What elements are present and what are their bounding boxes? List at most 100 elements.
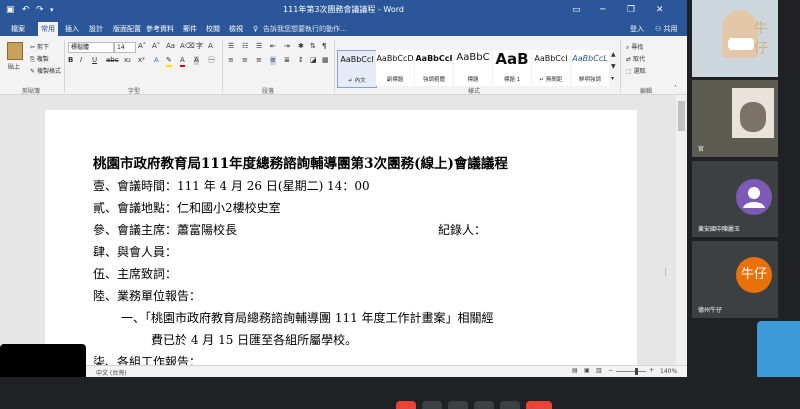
phonetic-icon[interactable]: 字 xyxy=(196,42,203,51)
present-button[interactable] xyxy=(474,401,494,409)
doc-line[interactable]: 伍、主席致詞： xyxy=(93,265,177,282)
tab-design[interactable]: 設計 xyxy=(86,22,106,36)
copy-button[interactable]: ⎘ 複製 xyxy=(30,54,49,64)
web-layout-icon[interactable]: ▥ xyxy=(596,367,602,374)
participant-tile[interactable]: 東安國中陳麗玉 xyxy=(692,161,778,237)
scroll-thumb[interactable] xyxy=(678,101,685,131)
tab-references[interactable]: 參考資料 xyxy=(143,22,177,36)
tab-review[interactable]: 校閱 xyxy=(203,22,223,36)
sort-icon[interactable]: ⇅ xyxy=(310,42,316,51)
chinese-layout-icon[interactable]: ✱ xyxy=(298,42,304,51)
select-button[interactable]: ⬚ 選取 xyxy=(626,66,646,75)
change-case-icon[interactable]: Aa xyxy=(166,42,175,51)
highlight-icon[interactable]: ✎ xyxy=(166,56,172,67)
tab-mailings[interactable]: 郵件 xyxy=(180,22,200,36)
cut-button[interactable]: ✂ 剪下 xyxy=(30,42,49,51)
styles-more-icon[interactable]: ▾ xyxy=(611,74,614,83)
camera-button[interactable] xyxy=(422,401,442,409)
doc-line[interactable]: 陸、業務單位報告： xyxy=(93,287,201,304)
strikethrough-icon[interactable]: abc xyxy=(106,56,119,65)
participant-tile[interactable]: 官 xyxy=(692,80,778,157)
subscript-icon[interactable]: x₂ xyxy=(124,56,131,65)
grow-font-icon[interactable]: A˄ xyxy=(138,42,146,51)
paste-button[interactable]: 貼上 xyxy=(6,42,24,71)
tab-view[interactable]: 檢視 xyxy=(226,22,246,36)
captions-button[interactable] xyxy=(448,401,468,409)
text-effects-icon[interactable]: A xyxy=(154,56,159,65)
show-marks-icon[interactable]: ¶ xyxy=(322,42,326,51)
restore-icon[interactable]: ❐ xyxy=(627,4,635,16)
doc-title[interactable]: 桃園市政府教育局111年度總務諮詢輔導團第3次團務(線上)會議議程 xyxy=(93,152,508,172)
font-size-combo[interactable]: 14 xyxy=(114,42,136,53)
document-page[interactable]: 桃園市政府教育局111年度總務諮詢輔導團第3次團務(線上)會議議程 壹、會議時間… xyxy=(45,110,637,365)
font-name-combo[interactable]: 標楷體 xyxy=(68,42,114,53)
justify-icon[interactable]: ≡ xyxy=(270,56,276,65)
tab-layout[interactable]: 版面配置 xyxy=(110,22,144,36)
tab-home[interactable]: 常用 xyxy=(38,22,58,36)
ribbon-display-icon[interactable]: ▭ xyxy=(572,4,581,16)
replace-button[interactable]: ⇄ 取代 xyxy=(626,54,645,63)
doc-line[interactable]: 紀錄人： xyxy=(438,221,486,238)
find-button[interactable]: ⌕ 尋找 xyxy=(626,42,643,52)
align-center-icon[interactable]: ≡ xyxy=(242,56,248,65)
doc-line[interactable]: 費已於 4 月 15 日匯至各組所屬學校。 xyxy=(151,331,357,348)
doc-line[interactable]: 柒、各組工作報告： xyxy=(93,353,201,365)
bold-icon[interactable]: B xyxy=(68,56,73,65)
share-button[interactable]: ⚇ 共用 xyxy=(652,22,681,36)
char-border-icon[interactable]: A xyxy=(208,42,213,51)
style-normal[interactable]: AaBbCcI ↵ 內文 xyxy=(337,50,377,88)
multilevel-list-icon[interactable]: ☰ xyxy=(256,42,262,51)
style-strong[interactable]: AaBbCcI 強調粗體 xyxy=(415,50,453,86)
language-status[interactable]: 中文 (台灣) xyxy=(96,368,127,377)
line-spacing-icon[interactable]: ↕ xyxy=(298,56,304,65)
style-intense-emphasis[interactable]: AaBbCcL 鮮明強調 xyxy=(571,50,609,86)
clear-format-icon[interactable]: A⌫ xyxy=(180,42,195,51)
align-left-icon[interactable]: ≡ xyxy=(228,56,234,65)
underline-icon[interactable]: U xyxy=(92,56,97,65)
enclose-char-icon[interactable]: ㊀ xyxy=(208,56,215,65)
shading-icon[interactable]: ◪ xyxy=(310,56,317,65)
superscript-icon[interactable]: x² xyxy=(138,56,145,65)
format-painter-button[interactable]: ✎ 複製格式 xyxy=(30,66,61,75)
doc-line[interactable]: 肆、與會人員： xyxy=(93,243,177,260)
more-options-button[interactable] xyxy=(500,401,520,409)
doc-line[interactable]: 一、「桃園市政府教育局總務諮詢輔導團 111 年度工作計畫案」相關經 xyxy=(121,309,494,326)
bullets-icon[interactable]: ☰ xyxy=(228,42,234,51)
styles-scroll-down-icon[interactable]: ▼ xyxy=(611,62,616,71)
decrease-indent-icon[interactable]: ⇤ xyxy=(270,42,276,51)
font-color-icon[interactable]: A xyxy=(180,56,185,67)
participant-tile[interactable]: 牛仔 德州牛仔 xyxy=(692,241,778,318)
mic-button[interactable] xyxy=(396,401,416,409)
vertical-scrollbar[interactable] xyxy=(676,95,687,365)
doc-line[interactable]: 壹、會議時間：111 年 4 月 26 日(星期二) 14：00 xyxy=(93,177,370,194)
zoom-out-icon[interactable]: − xyxy=(608,367,613,374)
end-call-button[interactable] xyxy=(526,401,552,409)
participant-tile[interactable]: 牛仔 xyxy=(692,0,778,77)
distribute-icon[interactable]: ≣ xyxy=(284,56,290,65)
zoom-slider-thumb[interactable] xyxy=(635,368,638,375)
align-right-icon[interactable]: ≡ xyxy=(256,56,262,65)
read-mode-icon[interactable]: ▤ xyxy=(572,367,578,374)
italic-icon[interactable]: I xyxy=(80,56,82,65)
zoom-in-icon[interactable]: + xyxy=(649,367,654,374)
borders-icon[interactable]: ▦ xyxy=(322,56,329,65)
style-subtitle[interactable]: AaBbCcD 副標題 xyxy=(376,50,414,86)
tab-insert[interactable]: 插入 xyxy=(62,22,82,36)
char-shading-icon[interactable]: A xyxy=(194,56,199,65)
increase-indent-icon[interactable]: ⇥ xyxy=(284,42,290,51)
minimize-icon[interactable]: ─ xyxy=(600,4,605,16)
close-icon[interactable]: ✕ xyxy=(656,4,664,16)
zoom-slider[interactable] xyxy=(616,368,646,375)
print-layout-icon[interactable]: ▣ xyxy=(584,367,590,374)
style-no-spacing[interactable]: AaBbCcI ↵ 無間距 xyxy=(532,50,570,86)
tell-me-box[interactable]: 告訴我您想要執行的動作... xyxy=(260,22,350,36)
styles-scroll-up-icon[interactable]: ▲ xyxy=(611,50,616,59)
sign-in-link[interactable]: 登入 xyxy=(627,22,647,36)
style-heading-1[interactable]: AaB 標題 1 xyxy=(493,50,531,86)
collapse-ribbon-icon[interactable]: ˄ xyxy=(674,84,677,93)
style-title[interactable]: AaBbC 標題 xyxy=(454,50,492,86)
zoom-level[interactable]: 140% xyxy=(660,368,677,375)
doc-line[interactable]: 參、會議主席：蕭富陽校長 xyxy=(93,221,237,238)
numbering-icon[interactable]: ☷ xyxy=(242,42,248,51)
doc-line[interactable]: 貳、會議地點：仁和國小2樓校史室 xyxy=(93,199,281,216)
